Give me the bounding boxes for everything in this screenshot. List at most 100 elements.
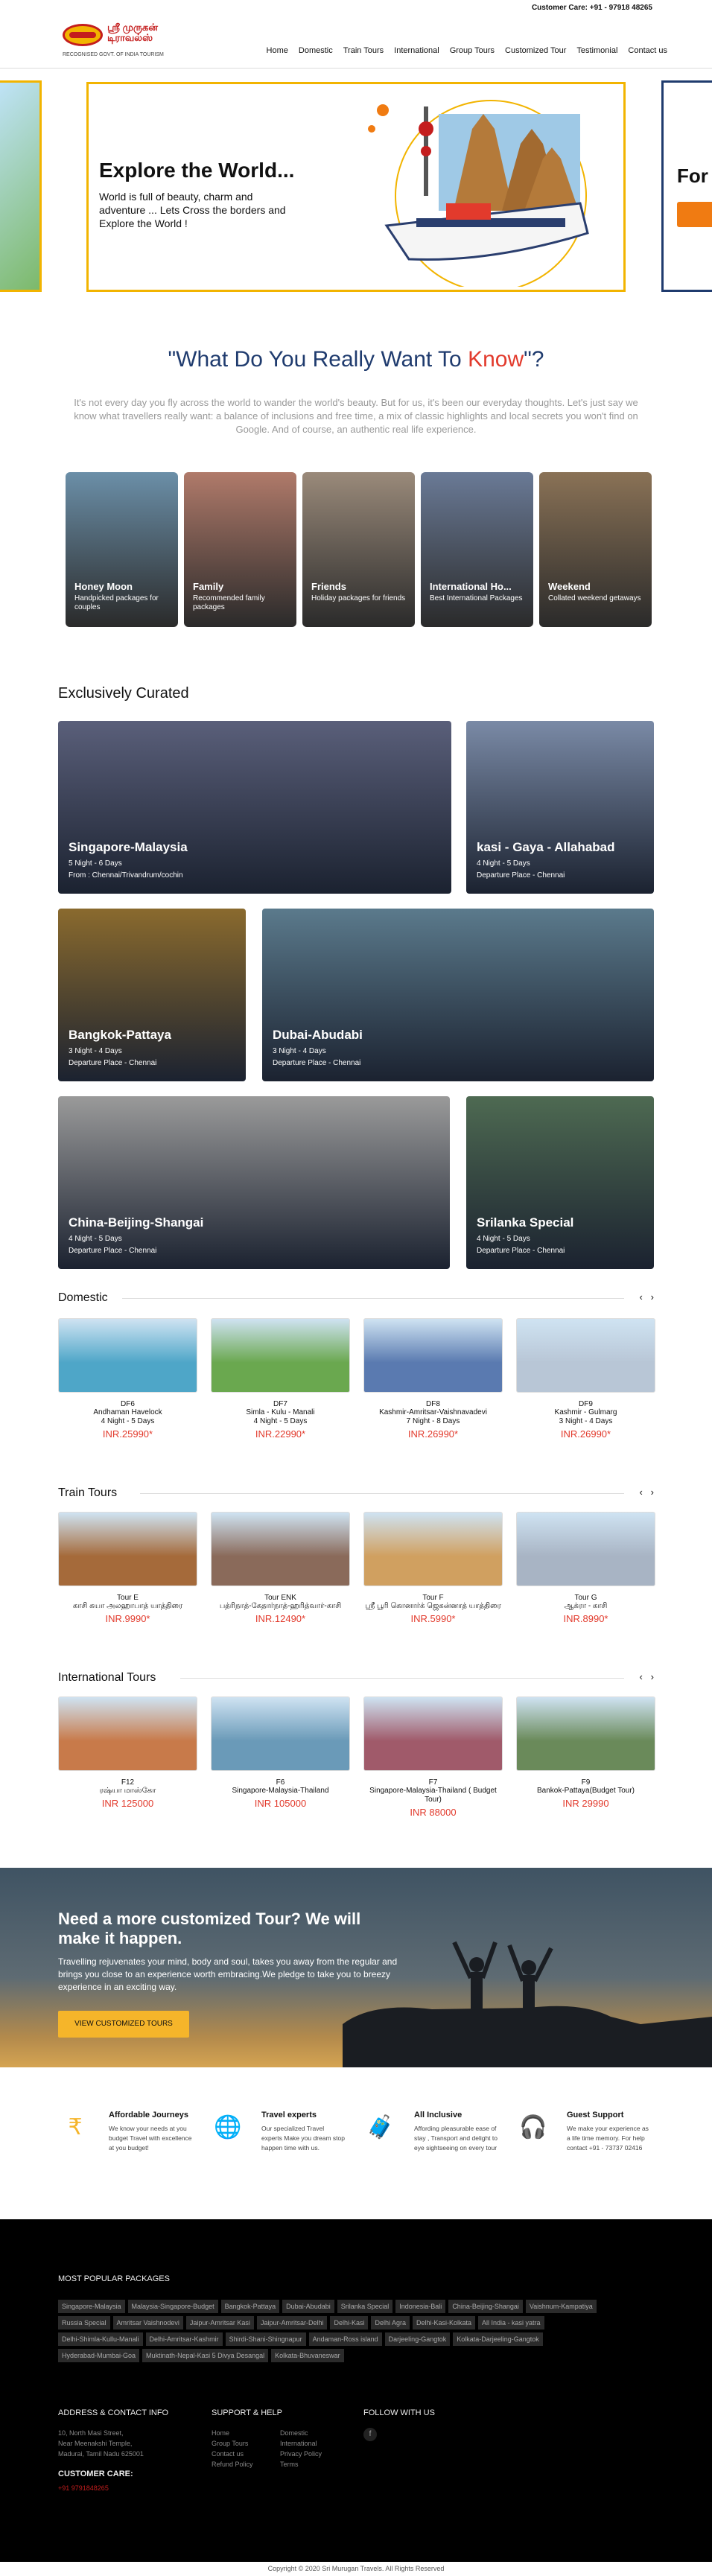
category-card[interactable]: Friends Holiday packages for friends	[302, 472, 415, 627]
nav-testimonial[interactable]: Testimonial	[576, 46, 617, 55]
popular-package-link[interactable]: Russia Special	[58, 2316, 110, 2329]
popular-package-link[interactable]: Srilanka Special	[337, 2300, 393, 2313]
site-logo[interactable]: ஸ்ரீ முருகன் டிராவல்ஸ் RECOGNISED GOVT. …	[58, 21, 177, 64]
popular-package-link[interactable]: Vaishnum-Kampatiya	[525, 2300, 597, 2313]
package-image[interactable]	[363, 1512, 503, 1586]
site-header: ஸ்ரீ முருகன் டிராவல்ஸ் RECOGNISED GOVT. …	[0, 16, 712, 69]
popular-package-link[interactable]: Delhi-Shimla-Kullu-Manali	[58, 2332, 143, 2346]
curated-tile[interactable]: kasi - Gaya - Allahabad 4 Night - 5 Days D…	[466, 721, 654, 894]
nav-train-tours[interactable]: Train Tours	[343, 46, 384, 55]
category-card[interactable]: Honey Moon Handpicked packages for couple…	[66, 472, 178, 627]
popular-package-link[interactable]: Delhi-Kasi	[330, 2316, 369, 2329]
popular-package-link[interactable]: Bangkok-Pattaya	[220, 2300, 280, 2313]
hero-next-slide[interactable]: For	[661, 80, 712, 292]
popular-package-link[interactable]: Indonesia-Bali	[395, 2300, 446, 2313]
package-card[interactable]: Tour ENK பத்ரிநாத்-கேதார்நாத்-ஹரித்வார்-க…	[211, 1512, 350, 1624]
package-code: Tour G	[574, 1594, 597, 1602]
international-arrows[interactable]: ‹ ›	[640, 1671, 655, 1682]
popular-package-link[interactable]: Dubai-Abudabi	[282, 2300, 334, 2313]
curated-tile[interactable]: Dubai-Abudabi 3 Night - 4 Days Departure P…	[262, 909, 654, 1081]
package-card[interactable]: F9 Bankok-Pattaya(Budget Tour) INR 29990	[516, 1696, 655, 1818]
package-image[interactable]	[516, 1318, 655, 1393]
package-image[interactable]	[58, 1696, 197, 1771]
popular-package-link[interactable]: China-Beijing-Shangai	[448, 2300, 523, 2313]
popular-package-link[interactable]: Delhi-Kasi-Kolkata	[413, 2316, 476, 2329]
popular-package-link[interactable]: Jaipur-Amritsar Kasi	[185, 2316, 254, 2329]
popular-package-link[interactable]: Kolkata-Bhuvaneswar	[271, 2349, 344, 2362]
package-image[interactable]	[516, 1512, 655, 1586]
package-image[interactable]	[516, 1696, 655, 1771]
domestic-cards: DF6 Andhaman Havelock 4 Night - 5 Days INR.…	[58, 1318, 655, 1440]
tile-name: Dubai-Abudabi	[273, 1028, 363, 1042]
package-card[interactable]: Tour F ஸ்ரீ பூரி கொனார்க் ஜெகன்னாத் யாத்த…	[363, 1512, 503, 1624]
curated-tile[interactable]: China-Beijing-Shangai 4 Night - 5 Days Dep…	[58, 1096, 450, 1269]
popular-package-link[interactable]: All India - kasi yatra	[478, 2316, 544, 2329]
category-card[interactable]: Family Recommended family packages	[184, 472, 296, 627]
curated-tile[interactable]: Singapore-Malaysia 5 Night - 6 Days From :…	[58, 721, 451, 894]
popular-package-link[interactable]: Hyderabad-Mumbai-Goa	[58, 2349, 140, 2362]
next-slide-button[interactable]	[677, 202, 712, 227]
curated-tile[interactable]: Bangkok-Pattaya 3 Night - 4 Days Departure…	[58, 909, 246, 1081]
package-card[interactable]: F7 Singapore-Malaysia-Thailand ( Budget T…	[363, 1696, 503, 1818]
support_col1-line[interactable]: Refund Policy	[212, 2459, 253, 2470]
facebook-icon[interactable]: f	[363, 2428, 377, 2441]
nav-contact-us[interactable]: Contact us	[628, 46, 667, 55]
package-image[interactable]	[363, 1696, 503, 1771]
popular-package-link[interactable]: Delhi Agra	[371, 2316, 410, 2329]
customer-care-number[interactable]: +91 9791848265	[58, 2483, 109, 2493]
nav-group-tours[interactable]: Group Tours	[450, 46, 495, 55]
category-title: International Ho...	[430, 581, 512, 592]
package-image[interactable]	[363, 1318, 503, 1393]
package-card[interactable]: DF9 Kashmir - Gulmarg 3 Night - 4 Days INR.…	[516, 1318, 655, 1440]
popular-package-link[interactable]: Shirdi-Shani-Shingnapur	[225, 2332, 306, 2346]
category-card[interactable]: International Ho... Best International Pa…	[421, 472, 533, 627]
package-card[interactable]: DF6 Andhaman Havelock 4 Night - 5 Days INR.…	[58, 1318, 197, 1440]
nav-home[interactable]: Home	[267, 46, 288, 55]
popular-package-link[interactable]: Malaysia-Singapore-Budget	[127, 2300, 218, 2313]
nav-international[interactable]: International	[394, 46, 439, 55]
package-card[interactable]: Tour E காசி கயா அலஹாபாத் யாத்திரை INR.9990…	[58, 1512, 197, 1624]
support_col2-line[interactable]: International	[280, 2438, 322, 2449]
category-title: Family	[193, 581, 224, 592]
package-image[interactable]	[211, 1318, 350, 1393]
package-image[interactable]	[211, 1512, 350, 1586]
popular-package-link[interactable]: Muktinath-Nepal-Kasi 5 Divya Desangal	[142, 2349, 269, 2362]
package-card[interactable]: DF7 Simla - Kulu - Manali 4 Night - 5 Days…	[211, 1318, 350, 1440]
popular-package-link[interactable]: Darjeeling-Gangtok	[384, 2332, 451, 2346]
category-desc: Holiday packages for friends	[311, 594, 406, 602]
popular-package-link[interactable]: Andaman-Ross island	[308, 2332, 382, 2346]
nav-customized-tour[interactable]: Customized Tour	[505, 46, 566, 55]
support_col1-line[interactable]: Group Tours	[212, 2438, 253, 2449]
package-code: F9	[581, 1778, 591, 1787]
popular-package-link[interactable]: Delhi-Amritsar-Kashmir	[145, 2332, 223, 2346]
popular-package-link[interactable]: Singapore-Malaysia	[58, 2300, 125, 2313]
support_col1-line[interactable]: Contact us	[212, 2449, 253, 2459]
package-code: DF7	[273, 1400, 287, 1408]
domestic-arrows[interactable]: ‹ ›	[640, 1291, 655, 1303]
nav-domestic[interactable]: Domestic	[299, 46, 333, 55]
popular-package-link[interactable]: Amritsar Vaishnodevi	[112, 2316, 183, 2329]
support_col2-line[interactable]: Terms	[280, 2459, 322, 2470]
train-arrows[interactable]: ‹ ›	[640, 1486, 655, 1498]
popular-package-link[interactable]: Kolkata-Darjeeling-Gangtok	[453, 2332, 543, 2346]
popular-package-link[interactable]: Jaipur-Amritsar-Delhi	[256, 2316, 328, 2329]
package-card[interactable]: F12 ரஷ்யா மாஸ்கோ INR 125000	[58, 1696, 197, 1818]
package-card[interactable]: DF8 Kashmir-Amritsar-Vaishnavadevi 7 Night…	[363, 1318, 503, 1440]
package-card[interactable]: F6 Singapore-Malaysia-Thailand INR 105000	[211, 1696, 350, 1818]
feature-title: All Inclusive	[414, 2111, 463, 2119]
address-heading: ADDRESS & CONTACT INFO	[58, 2408, 169, 2417]
hero-prev-slide[interactable]	[0, 80, 42, 292]
curated-heading: Exclusively Curated	[58, 685, 189, 702]
package-card[interactable]: Tour G ஆக்ரா - காசி INR.8990*	[516, 1512, 655, 1624]
package-image[interactable]	[58, 1318, 197, 1393]
support_col1-line[interactable]: Home	[212, 2428, 253, 2438]
curated-tile[interactable]: Srilanka Special 4 Night - 5 Days Departur…	[466, 1096, 654, 1269]
address-line: Near Meenakshi Temple,	[58, 2440, 133, 2447]
tile-duration: 4 Night - 5 Days	[477, 859, 530, 868]
category-card[interactable]: Weekend Collated weekend getaways	[539, 472, 652, 627]
package-image[interactable]	[211, 1696, 350, 1771]
support_col2-line[interactable]: Domestic	[280, 2428, 322, 2438]
view-customized-tours-button[interactable]: VIEW CUSTOMIZED TOURS	[58, 2011, 189, 2038]
support_col2-line[interactable]: Privacy Policy	[280, 2449, 322, 2459]
package-image[interactable]	[58, 1512, 197, 1586]
